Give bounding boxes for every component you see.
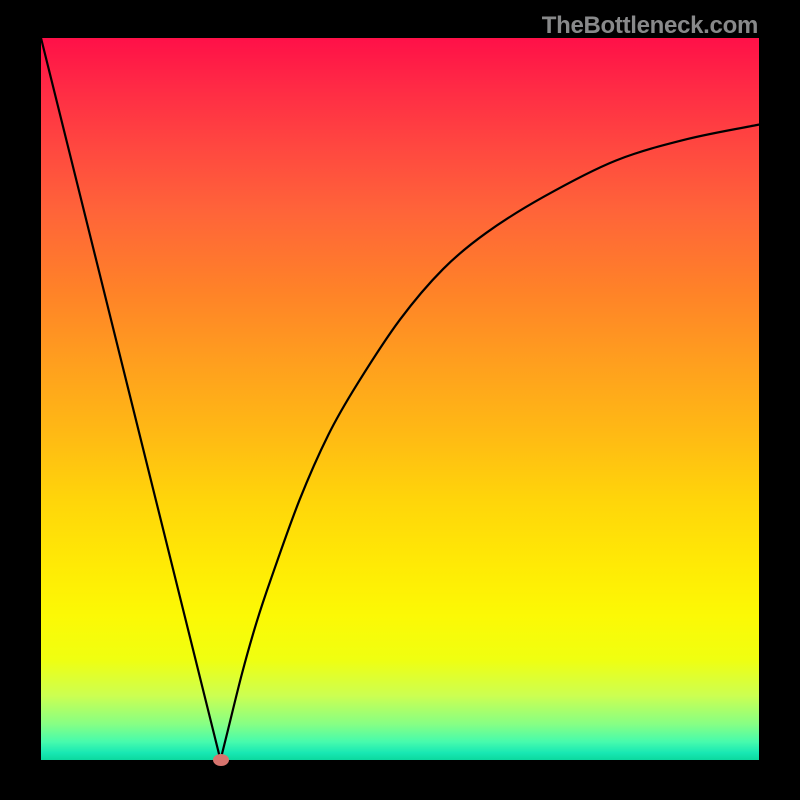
chart-svg <box>41 38 759 760</box>
watermark-text: TheBottleneck.com <box>542 12 758 40</box>
chart-marker <box>213 754 229 766</box>
bottleneck-curve <box>41 38 759 760</box>
chart-frame: TheBottleneck.com <box>0 0 800 800</box>
plot-area <box>41 38 759 760</box>
